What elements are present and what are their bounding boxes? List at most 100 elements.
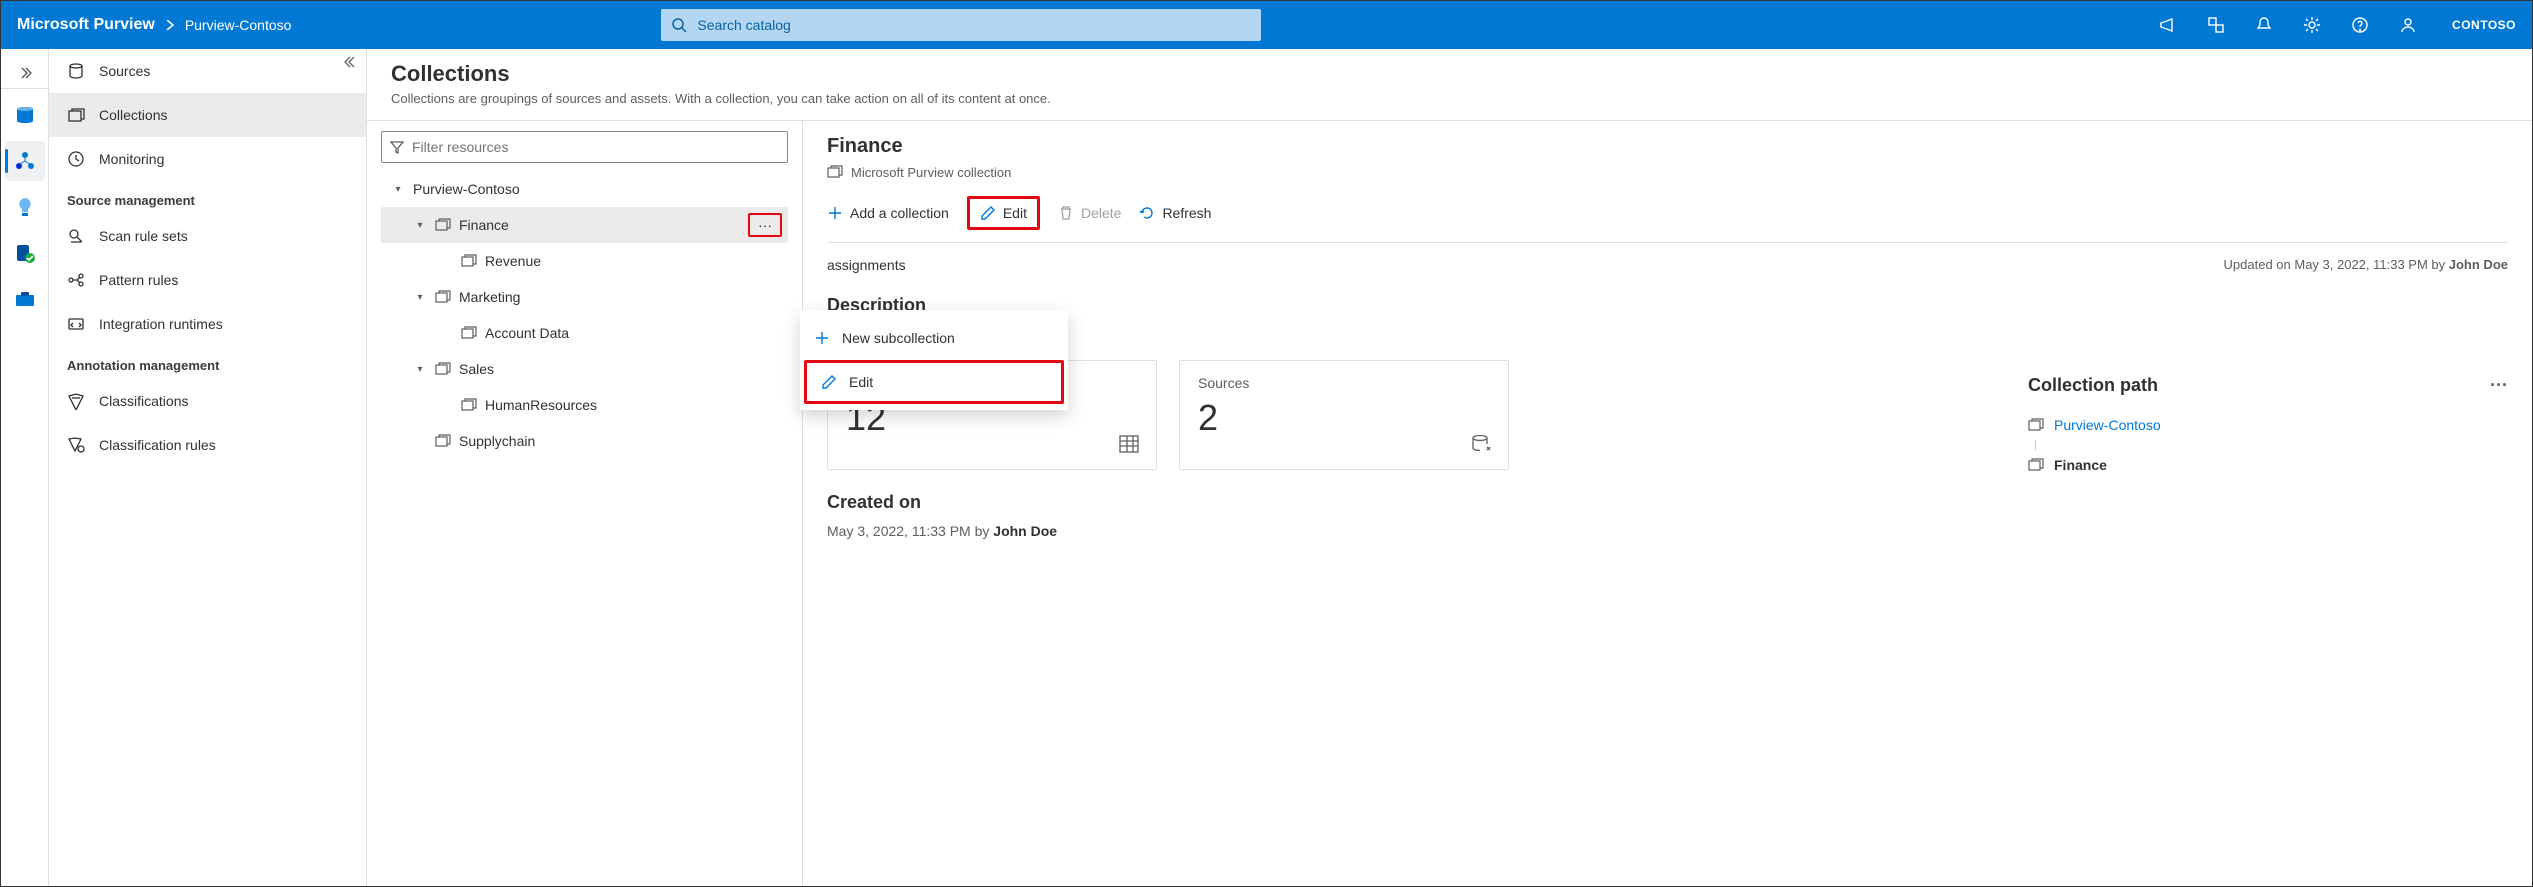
sidebar-item-label: Pattern rules [99, 272, 178, 288]
more-icon[interactable]: ··· [2490, 375, 2508, 396]
sidebar-item-label: Classifications [99, 393, 188, 409]
edit-button[interactable]: Edit [967, 196, 1040, 230]
megaphone-icon[interactable] [2158, 15, 2178, 35]
filter-input[interactable] [410, 138, 779, 156]
main-area: Collections Collections are groupings of… [367, 49, 2532, 886]
caret-down-icon[interactable]: ▾ [413, 364, 427, 375]
context-menu: New subcollection Edit [800, 310, 1068, 410]
bell-icon[interactable] [2254, 15, 2274, 35]
brand[interactable]: Microsoft Purview [17, 16, 155, 34]
rail-management-icon[interactable] [5, 279, 45, 319]
detail-panel: Finance Microsoft Purview collection Add… [803, 121, 2532, 886]
help-icon[interactable] [2350, 15, 2370, 35]
page-subtitle: Collections are groupings of sources and… [391, 91, 2508, 106]
rail-map-icon[interactable] [5, 141, 45, 181]
created-heading: Created on [827, 492, 2508, 513]
tree-node-revenue[interactable]: Revenue [381, 243, 788, 279]
caret-down-icon[interactable]: ▾ [391, 184, 405, 195]
rail-expand-icon[interactable] [1, 57, 49, 89]
tree-label: Marketing [459, 289, 520, 305]
collection-path-panel: Collection path ··· Purview-Contoso Fina… [2028, 375, 2508, 482]
cmd-label: Add a collection [850, 205, 949, 221]
ctx-edit[interactable]: Edit [804, 360, 1064, 404]
sidebar-group-annotation-mgmt: Annotation management [49, 346, 366, 379]
collection-icon [435, 433, 451, 449]
tree-node-marketing[interactable]: ▾ Marketing [381, 279, 788, 315]
collection-icon [435, 217, 451, 233]
card-label: Sources [1198, 375, 1490, 391]
add-collection-button[interactable]: Add a collection [827, 205, 949, 221]
created-text: May 3, 2022, 11:33 PM by John Doe [827, 523, 2508, 539]
rail-data-icon[interactable] [5, 95, 45, 135]
sidebar-item-classification-rules[interactable]: Classification rules [49, 423, 366, 467]
tree-node-account-data[interactable]: Account Data [381, 315, 788, 351]
ctx-new-subcollection[interactable]: New subcollection [800, 316, 1068, 360]
path-link[interactable]: Purview-Contoso [2054, 417, 2161, 433]
sidebar-item-pattern-rules[interactable]: Pattern rules [49, 258, 366, 302]
sidebar-item-integration-runtimes[interactable]: Integration runtimes [49, 302, 366, 346]
sidebar-item-scan-rule-sets[interactable]: Scan rule sets [49, 214, 366, 258]
sidebar-item-monitoring[interactable]: Monitoring [49, 137, 366, 181]
rail-insights-icon[interactable] [5, 187, 45, 227]
rail-policy-icon[interactable] [5, 233, 45, 273]
path-label: Finance [2054, 457, 2107, 473]
tree-label: Sales [459, 361, 494, 377]
tree-root[interactable]: ▾ Purview-Contoso [381, 171, 788, 207]
trash-icon [1058, 205, 1074, 221]
sources-card[interactable]: Sources 2 [1179, 360, 1509, 470]
nav-rail [1, 49, 49, 886]
page-title: Collections [391, 61, 2508, 87]
sidebar-item-label: Classification rules [99, 437, 216, 453]
collection-icon [827, 164, 843, 180]
path-item-root[interactable]: Purview-Contoso [2028, 408, 2508, 442]
sidebar-item-collections[interactable]: Collections [49, 93, 366, 137]
runtime-icon [67, 315, 85, 333]
database-icon [1470, 433, 1492, 455]
more-button[interactable]: ··· [748, 213, 782, 237]
breadcrumb[interactable]: Purview-Contoso [185, 17, 292, 33]
tab-assignments[interactable]: assignments [827, 257, 906, 273]
sidebar-item-label: Integration runtimes [99, 316, 223, 332]
monitoring-icon [67, 150, 85, 168]
filter-box[interactable] [381, 131, 788, 163]
collection-icon [461, 253, 477, 269]
description-heading: Description [827, 295, 2508, 316]
tree-panel: ▾ Purview-Contoso ▾ Finance ··· Revenue … [367, 121, 803, 886]
command-bar: Add a collection Edit Delete Refresh [827, 184, 2508, 243]
search-box[interactable] [661, 9, 1261, 41]
tree-node-sales[interactable]: ▾ Sales [381, 351, 788, 387]
collection-icon [435, 289, 451, 305]
feedback-icon[interactable] [2206, 15, 2226, 35]
search-input[interactable] [695, 16, 1251, 34]
tree-node-finance[interactable]: ▾ Finance ··· [381, 207, 788, 243]
plus-icon [814, 330, 830, 346]
updated-meta: Updated on May 3, 2022, 11:33 PM by John… [2224, 257, 2508, 273]
tree-label: Supplychain [459, 433, 535, 449]
tenant-label[interactable]: CONTOSO [2452, 18, 2516, 32]
sources-icon [67, 62, 85, 80]
sidebar-item-label: Scan rule sets [99, 228, 188, 244]
card-value: 2 [1198, 397, 1490, 439]
search-icon [671, 17, 687, 33]
detail-title: Finance [827, 135, 2508, 158]
pattern-icon [67, 271, 85, 289]
sidebar-item-classifications[interactable]: Classifications [49, 379, 366, 423]
refresh-button[interactable]: Refresh [1139, 205, 1211, 221]
collection-path-heading: Collection path [2028, 375, 2158, 396]
sidebar-item-sources[interactable]: Sources [49, 49, 366, 93]
pencil-icon [821, 374, 837, 390]
collection-icon [461, 397, 477, 413]
collection-icon [435, 361, 451, 377]
tree-node-supplychain[interactable]: Supplychain [381, 423, 788, 459]
cmd-label: Edit [1003, 205, 1027, 221]
sidebar-group-source-mgmt: Source management [49, 181, 366, 214]
gear-icon[interactable] [2302, 15, 2322, 35]
collections-icon [67, 106, 85, 124]
tree-node-humanresources[interactable]: HumanResources [381, 387, 788, 423]
caret-down-icon[interactable]: ▾ [413, 292, 427, 303]
person-icon[interactable] [2398, 15, 2418, 35]
tree-label: Purview-Contoso [413, 181, 520, 197]
caret-down-icon[interactable]: ▾ [413, 220, 427, 231]
chevron-right-icon [165, 20, 175, 30]
collapse-icon[interactable] [344, 55, 358, 69]
